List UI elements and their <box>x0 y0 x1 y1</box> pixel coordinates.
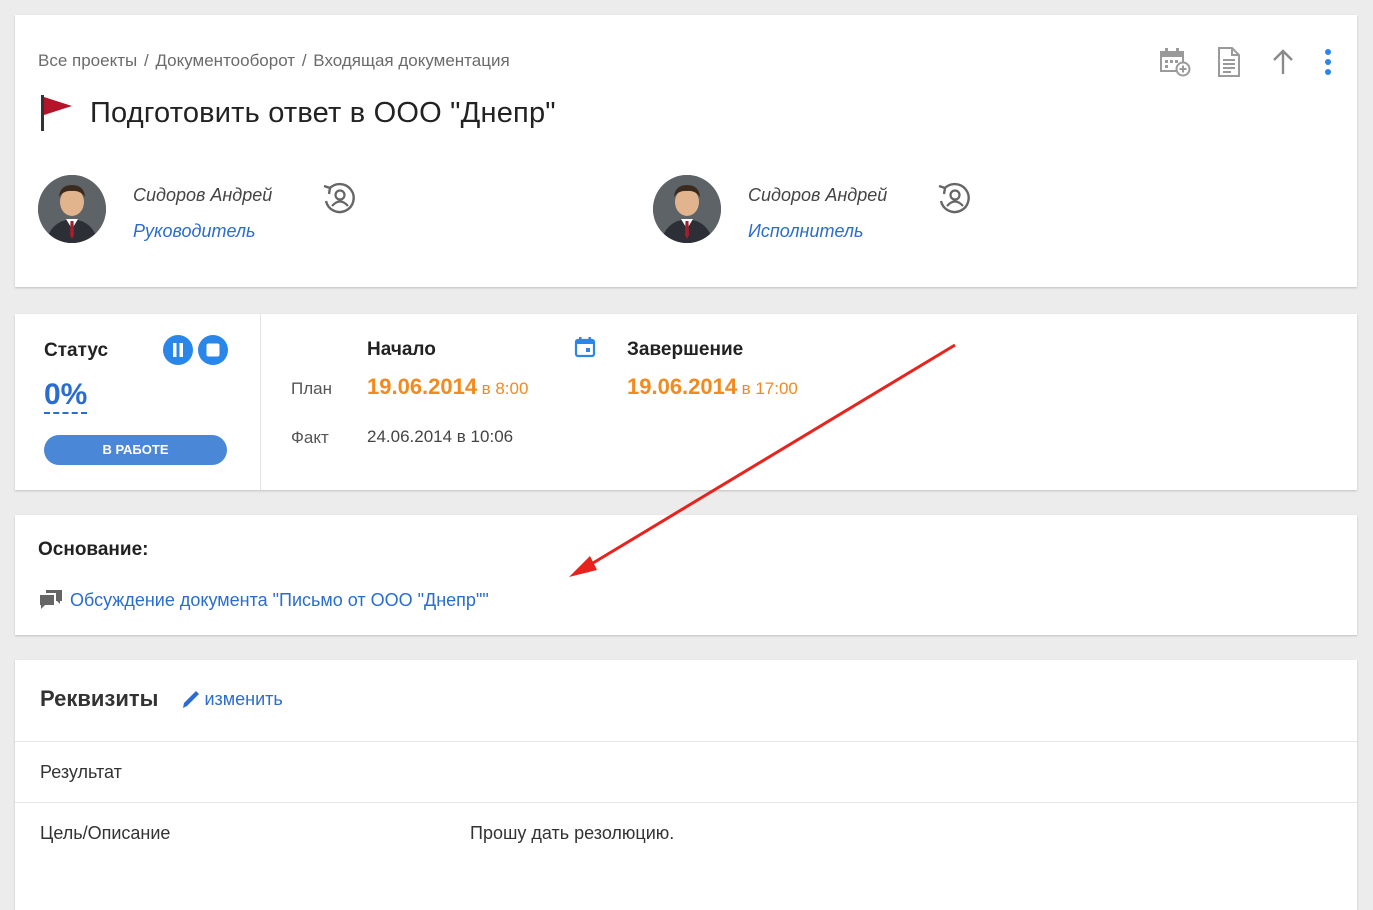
avatar[interactable] <box>38 175 106 243</box>
breadcrumb-item-workflow[interactable]: Документооборот <box>155 51 295 70</box>
arrow-up-icon[interactable] <box>1267 45 1299 79</box>
pause-icon[interactable] <box>163 335 193 365</box>
reassign-user-icon[interactable] <box>935 179 973 217</box>
status-label: Статус <box>44 340 109 361</box>
person-role[interactable]: Руководитель <box>133 221 256 242</box>
flag-icon <box>41 95 72 131</box>
status-in-work-button[interactable]: В РАБОТЕ <box>44 435 227 465</box>
stop-icon[interactable] <box>198 335 228 365</box>
basis-link-text: Обсуждение документа "Письмо от ООО "Дне… <box>70 589 489 610</box>
calendar-icon[interactable] <box>574 336 596 358</box>
person-name[interactable]: Сидоров Андрей <box>133 185 272 206</box>
plan-start[interactable]: 19.06.2014 в 8:00 <box>367 374 528 400</box>
requisite-row: Цель/Описание Прошу дать резолюцию. <box>15 802 1357 863</box>
pencil-icon <box>183 691 200 708</box>
plan-end[interactable]: 19.06.2014 в 17:00 <box>627 374 798 400</box>
requisite-key: Результат <box>40 762 122 782</box>
breadcrumb-item-incoming[interactable]: Входящая документация <box>313 51 509 70</box>
requisite-key: Цель/Описание <box>40 823 171 843</box>
avatar[interactable] <box>653 175 721 243</box>
plan-start-time: в 8:00 <box>481 379 529 398</box>
title-row: Подготовить ответ в ООО "Днепр" <box>38 93 556 133</box>
breadcrumb-separator: / <box>143 51 149 70</box>
document-icon[interactable] <box>1213 45 1245 79</box>
plan-end-time: в 17:00 <box>741 379 798 398</box>
discussion-icon <box>40 590 62 609</box>
requisite-value: Прошу дать резолюцию. <box>470 823 675 843</box>
breadcrumb-item-all-projects[interactable]: Все проекты <box>38 51 137 70</box>
basis-discussion-link[interactable]: Обсуждение документа "Письмо от ООО "Дне… <box>38 588 489 612</box>
fact-label: Факт <box>291 428 329 447</box>
breadcrumb: Все проекты / Документооборот / Входящая… <box>38 51 510 71</box>
breadcrumb-separator: / <box>301 51 307 70</box>
start-header: Начало <box>367 339 436 360</box>
fact-start: 24.06.2014 в 10:06 <box>367 427 514 446</box>
requisite-row: Результат <box>15 741 1357 802</box>
plan-label: План <box>291 379 332 398</box>
requisites-header: Реквизиты изменить <box>40 686 283 712</box>
status-column: Статус 0% В РАБОТЕ <box>15 314 261 490</box>
basis-card: Основание: Обсуждение документа "Письмо … <box>15 515 1357 635</box>
plan-end-date: 19.06.2014 <box>627 374 738 399</box>
status-card: Статус 0% В РАБОТЕ Начало Завершение Пла… <box>15 314 1357 490</box>
person-name[interactable]: Сидоров Андрей <box>748 185 887 206</box>
plan-start-date: 19.06.2014 <box>367 374 478 399</box>
requisites-card: Реквизиты изменить Результат Цель/Описан… <box>15 660 1357 910</box>
basis-title: Основание: <box>38 539 149 560</box>
task-header-card: Все проекты / Документооборот / Входящая… <box>15 15 1357 287</box>
page-title: Подготовить ответ в ООО "Днепр" <box>90 96 556 129</box>
calendar-add-icon[interactable] <box>1159 45 1191 79</box>
end-header: Завершение <box>627 339 744 360</box>
edit-label: изменить <box>204 688 283 709</box>
edit-requisites-link[interactable]: изменить <box>180 688 283 710</box>
more-vertical-icon[interactable] <box>1321 45 1335 79</box>
header-toolbar <box>1159 45 1335 79</box>
requisites-title: Реквизиты <box>40 686 159 711</box>
reassign-user-icon[interactable] <box>320 179 358 217</box>
person-role[interactable]: Исполнитель <box>748 221 864 242</box>
progress-percent[interactable]: 0% <box>44 378 88 414</box>
